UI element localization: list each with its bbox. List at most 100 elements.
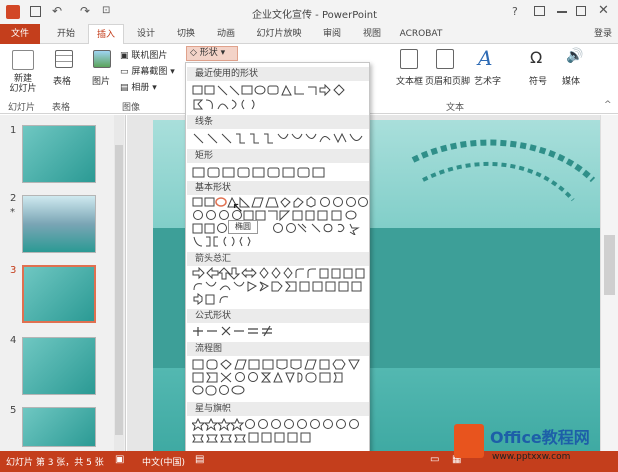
category-lines: 线条 (187, 115, 369, 129)
category-rectangles: 矩形 (187, 149, 369, 163)
tab-file[interactable]: 文件 (0, 24, 40, 44)
album-button[interactable]: ▤ 相册 ▾ (120, 80, 157, 93)
window-title: 企业文化宣传 - PowerPoint (252, 10, 378, 21)
notes-icon[interactable]: ▤ (195, 454, 204, 465)
basic-shapes-row-1[interactable] (192, 196, 368, 209)
textbox-icon (400, 49, 418, 69)
tab-design[interactable]: 设计 (128, 24, 164, 44)
wordart-button[interactable]: 艺术字 (474, 74, 501, 87)
symbol-icon: Ω (530, 48, 543, 67)
line-shapes-row[interactable] (192, 132, 368, 145)
thumbnails-scroll-thumb[interactable] (115, 145, 123, 435)
tab-animations[interactable]: 动画 (208, 24, 244, 44)
comments-icon[interactable]: ▭ (430, 454, 439, 465)
tab-view[interactable]: 视图 (354, 24, 390, 44)
slide-scrollbar[interactable] (600, 115, 618, 451)
tab-review[interactable]: 审阅 (314, 24, 350, 44)
slide-thumbnail-4[interactable] (22, 337, 96, 395)
slide-thumbnail-5[interactable] (22, 407, 96, 447)
table-button[interactable]: 表格 (53, 74, 71, 87)
watermark-brand: Office教程网 (490, 428, 590, 447)
mouse-cursor-icon: ↖ (232, 200, 244, 216)
tab-transitions[interactable]: 切换 (168, 24, 204, 44)
flowchart-shapes-row-2[interactable] (192, 371, 368, 384)
tab-acrobat[interactable]: ACROBAT (396, 24, 446, 44)
category-flowchart: 流程图 (187, 342, 369, 356)
media-button[interactable]: 媒体 (562, 74, 580, 87)
ribbon-display-options-icon[interactable] (534, 6, 545, 16)
picture-button[interactable]: 图片 (92, 74, 110, 87)
table-icon (55, 50, 73, 68)
flowchart-shapes-row-1[interactable] (192, 358, 368, 371)
screenshot-button[interactable]: ▭ 屏幕截图 ▾ (120, 64, 175, 77)
media-icon: 🔊 (566, 48, 584, 64)
category-equation-shapes: 公式形状 (187, 309, 369, 323)
shape-tooltip: 椭圆 (228, 220, 258, 234)
watermark-url: www.pptxxw.com (492, 452, 571, 462)
thumbnail-number: 3 (10, 265, 17, 276)
category-recent: 最近使用的形状 (187, 67, 369, 81)
recent-shapes-row-2[interactable] (192, 98, 368, 111)
online-picture-button[interactable]: ▣ 联机图片 (120, 48, 167, 61)
collapse-ribbon-icon[interactable]: ^ (604, 100, 612, 110)
undo-icon[interactable]: ↶ (52, 4, 62, 18)
equation-shapes-row[interactable] (192, 325, 368, 338)
thumbnail-number: 1 (10, 125, 17, 136)
flowchart-shapes-row-3[interactable] (192, 384, 368, 397)
slide-count-status: 幻灯片 第 3 张，共 5 张 (6, 458, 104, 468)
shapes-button[interactable]: ◇ 形状 ▾ (186, 46, 238, 61)
recent-shapes-row[interactable] (192, 84, 368, 97)
slide-scroll-thumb[interactable] (604, 235, 615, 295)
thumbnail-number: 4 (10, 335, 17, 346)
redo-icon[interactable]: ↷ (80, 4, 90, 18)
tab-slideshow[interactable]: 幻灯片放映 (250, 24, 308, 44)
basic-shapes-row-4[interactable] (192, 235, 368, 248)
minimize-button[interactable] (557, 11, 567, 13)
rectangle-shapes-row[interactable] (192, 166, 368, 179)
powerpoint-logo-icon (6, 5, 20, 19)
thumbnail-number: 5 (10, 405, 17, 416)
thumbnail-star: * (10, 207, 15, 218)
basic-shapes-row-3[interactable] (192, 222, 368, 235)
slide-thumbnails-pane: 1 2 * 3 4 5 (0, 115, 126, 451)
tab-insert[interactable]: 插入 (88, 24, 124, 45)
group-text: 文本 (446, 103, 465, 113)
tab-home[interactable]: 开始 (48, 24, 84, 44)
textbox-button[interactable]: 文本框 (396, 74, 423, 87)
office-logo-icon (454, 424, 484, 458)
wordart-icon: A (478, 46, 493, 70)
ribbon-tabs: 文件 开始 插入 设计 切换 动画 幻灯片放映 审阅 视图 ACROBAT 登录 (0, 24, 618, 45)
thumbnail-number: 2 (10, 193, 17, 204)
restore-button[interactable] (576, 6, 586, 16)
new-slide-button[interactable]: 新建 幻灯片 (6, 74, 40, 94)
close-button[interactable]: ✕ (598, 3, 609, 18)
category-block-arrows: 箭头总汇 (187, 252, 369, 266)
basic-shapes-row-2[interactable] (192, 209, 368, 222)
shapes-gallery-menu: 最近使用的形状 线条 矩形 基本形状 箭头总汇 公式形状 流程图 星与旗帜 (185, 62, 370, 472)
new-slide-icon (12, 50, 34, 70)
slide-thumbnail-1[interactable] (22, 125, 96, 183)
symbol-button[interactable]: 符号 (529, 74, 547, 87)
title-bar: ↶ ↷ ⊡ 企业文化宣传 - PowerPoint ? ✕ (0, 0, 618, 24)
save-icon[interactable] (30, 6, 41, 17)
slide-thumbnail-2[interactable] (22, 195, 96, 253)
arrow-shapes-row-1[interactable] (192, 267, 368, 280)
watermark-logo: Office教程网 www.pptxxw.com (452, 420, 618, 470)
start-from-beginning-icon[interactable]: ⊡ (102, 5, 110, 16)
group-tables: 表格 (52, 103, 71, 113)
thumbnails-scrollbar[interactable] (114, 115, 124, 451)
stars-shapes-row-2[interactable] (192, 431, 368, 444)
language-status[interactable]: 中文(中国) (142, 455, 185, 468)
category-stars-banners: 星与旗帜 (187, 402, 369, 416)
category-basic-shapes: 基本形状 (187, 181, 369, 195)
header-footer-icon (436, 49, 454, 69)
arrow-shapes-row-2[interactable] (192, 280, 368, 293)
spelling-icon[interactable]: ▣ (115, 454, 124, 465)
slide-thumbnail-3[interactable] (22, 265, 96, 323)
stars-shapes-row-1[interactable] (192, 418, 368, 431)
arrow-shapes-row-3[interactable] (192, 293, 368, 306)
header-footer-button[interactable]: 页眉和页脚 (425, 74, 470, 87)
signin-link[interactable]: 登录 (588, 24, 618, 44)
picture-icon (93, 50, 111, 68)
help-button[interactable]: ? (512, 5, 518, 18)
